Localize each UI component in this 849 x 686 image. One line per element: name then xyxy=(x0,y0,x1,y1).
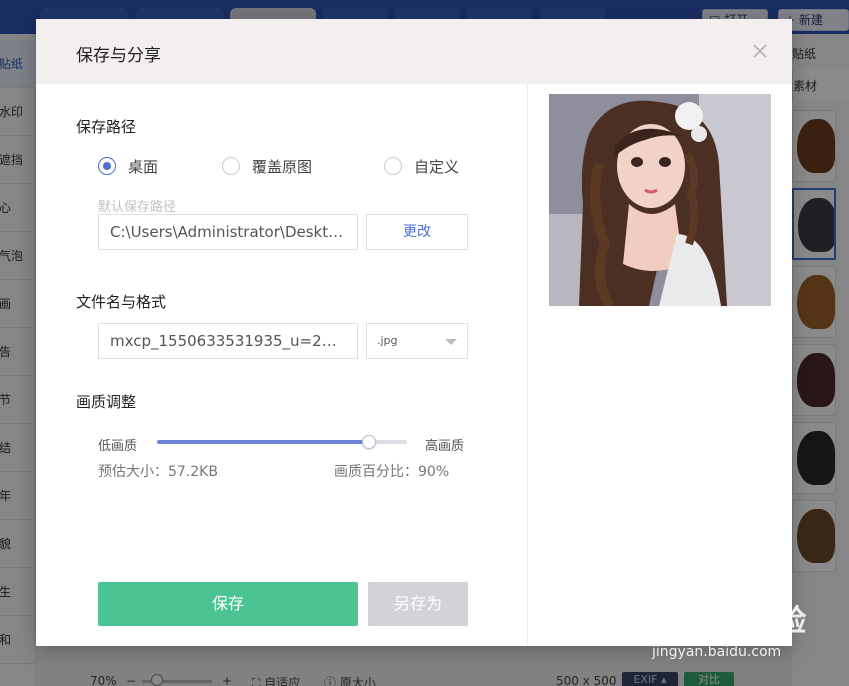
save-button[interactable]: 保存 xyxy=(98,582,358,626)
radio-circle xyxy=(384,157,402,175)
save-share-dialog: 保存与分享 保存路径 桌面 覆盖原图 自定义 默认保存路径 C:\Users\A… xyxy=(36,19,792,646)
default-path-hint: 默认保存路径 xyxy=(98,200,177,215)
close-icon xyxy=(753,44,767,58)
close-button[interactable] xyxy=(749,40,771,62)
image-preview xyxy=(549,94,771,306)
save-path-field[interactable]: C:\Users\Administrator\Desktop xyxy=(98,214,358,250)
quality-label: 画质调整 xyxy=(76,393,137,411)
baidu-watermark: Baidu经验 jingyan.baidu.com xyxy=(650,596,840,676)
radio-label: 覆盖原图 xyxy=(252,157,313,176)
dialog-header: 保存与分享 xyxy=(36,19,792,84)
change-path-button[interactable]: 更改 xyxy=(366,214,468,250)
high-quality-label: 高画质 xyxy=(425,439,465,454)
radio-circle xyxy=(98,157,116,175)
save-path-label: 保存路径 xyxy=(76,118,137,136)
radio-label: 自定义 xyxy=(414,157,460,176)
quality-slider-knob[interactable] xyxy=(362,435,376,449)
file-name-field[interactable]: mxcp_1550633531935_u=2933... xyxy=(98,323,358,359)
quality-slider-fill xyxy=(157,440,369,444)
file-name-format-label: 文件名与格式 xyxy=(76,293,167,311)
watermark-logo: Baidu经验 xyxy=(650,604,807,639)
format-dropdown[interactable]: .jpg xyxy=(366,323,468,359)
radio-desktop[interactable]: 桌面 xyxy=(98,156,158,176)
format-value: .jpg xyxy=(377,334,398,347)
portrait-image xyxy=(549,94,771,306)
panel-divider xyxy=(527,84,528,646)
radio-custom[interactable]: 自定义 xyxy=(384,156,459,176)
watermark-url: jingyan.baidu.com xyxy=(652,644,782,660)
quality-slider[interactable] xyxy=(157,433,407,451)
radio-overwrite[interactable]: 覆盖原图 xyxy=(222,156,312,176)
estimated-size: 预估大小：57.2KB xyxy=(98,464,218,480)
low-quality-label: 低画质 xyxy=(98,439,138,454)
radio-label: 桌面 xyxy=(128,157,159,176)
chevron-down-icon xyxy=(445,339,457,345)
radio-circle xyxy=(222,157,240,175)
save-as-button[interactable]: 另存为 xyxy=(368,582,468,626)
quality-percent: 画质百分比：90% xyxy=(334,464,450,480)
dialog-title: 保存与分享 xyxy=(76,46,161,66)
